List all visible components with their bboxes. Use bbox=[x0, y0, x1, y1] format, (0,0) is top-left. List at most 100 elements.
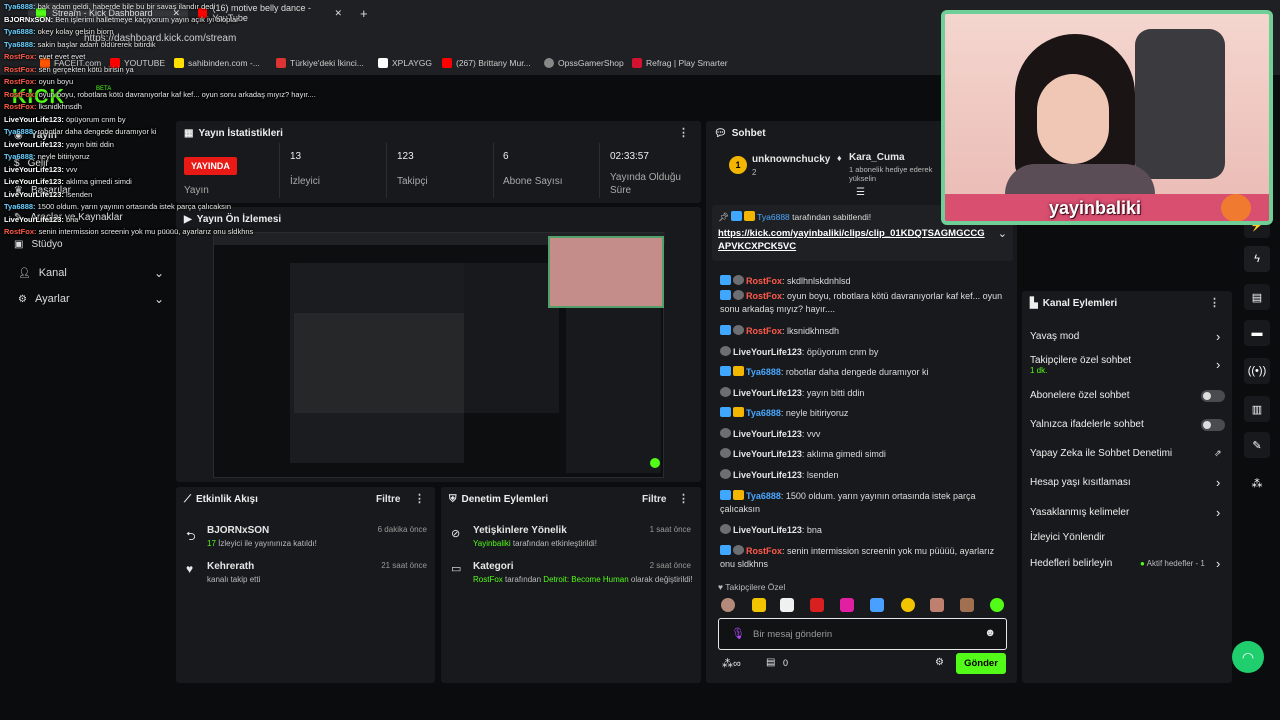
gift-box-icon[interactable]: ▤ bbox=[766, 657, 775, 668]
crown-badge-icon bbox=[733, 407, 744, 417]
sidebar-item-ayarlar[interactable]: ⚙ Ayarlar ⌄ bbox=[18, 292, 164, 306]
emote-icon[interactable] bbox=[990, 598, 1004, 612]
chat-message[interactable]: RostFox: oyun boyu, robotlara kötü davra… bbox=[720, 290, 1010, 316]
emote-icon[interactable] bbox=[780, 598, 794, 612]
kick-points-icon[interactable]: ⁂ bbox=[1244, 470, 1270, 496]
new-tab-button[interactable]: + bbox=[352, 3, 376, 23]
bookmark-turkiye[interactable]: Türkiye'deki İkinci... bbox=[276, 58, 364, 68]
chat-message[interactable]: LiveYourLife123: bna bbox=[720, 524, 1010, 537]
chat-username[interactable]: LiveYourLife123 bbox=[733, 525, 802, 535]
emote-icon[interactable] bbox=[752, 598, 766, 612]
broadcast-icon[interactable]: ((•)) bbox=[1244, 358, 1270, 384]
document-icon[interactable]: ▤ bbox=[1244, 284, 1270, 310]
chat-username[interactable]: RostFox bbox=[746, 291, 782, 301]
sub-badge-icon bbox=[733, 545, 744, 555]
chat-username[interactable]: RostFox bbox=[746, 326, 782, 336]
emote-icon[interactable] bbox=[840, 598, 854, 612]
gifter-name[interactable]: unknownchucky bbox=[752, 154, 830, 165]
media-icon[interactable]: ▥ bbox=[1244, 396, 1270, 422]
emote-icon[interactable] bbox=[721, 598, 735, 612]
chat-message[interactable]: Tya6888: neyle bitiriyoruz bbox=[720, 407, 1010, 420]
activity-name[interactable]: Kehrerath bbox=[207, 561, 254, 572]
action-ai-moderation[interactable]: Yapay Zeka ile Sohbet Denetimi ⇗ bbox=[1030, 448, 1225, 459]
emote-icon[interactable] bbox=[870, 598, 884, 612]
chat-message[interactable]: RostFox: senin intermission screenin yok… bbox=[720, 545, 1010, 571]
chat-message[interactable]: Tya6888: robotlar daha dengede duramıyor… bbox=[720, 366, 1010, 379]
more-icon[interactable]: ⋮ bbox=[678, 492, 689, 505]
sidebar-item-kanal[interactable]: 👤︎ Kanal ⌄ bbox=[18, 266, 164, 280]
more-icon[interactable]: ⋮ bbox=[678, 126, 689, 139]
subscribers-only-toggle[interactable] bbox=[1201, 390, 1225, 402]
stream-preview-video[interactable] bbox=[213, 232, 665, 478]
gifter-name[interactable]: Kara_Cuma bbox=[849, 152, 905, 163]
chat-username[interactable]: Tya6888 bbox=[746, 408, 781, 418]
pinned-link[interactable]: https://kick.com/yayinbaliki/clips/clip_… bbox=[718, 227, 988, 253]
chat-username[interactable]: Tya6888 bbox=[746, 491, 781, 501]
activity-name[interactable]: BJORNxSON bbox=[207, 525, 269, 536]
action-account-age[interactable]: Hesap yaşı kısıtlaması › bbox=[1030, 475, 1225, 490]
chevron-down-icon[interactable]: ⌄ bbox=[998, 227, 1007, 240]
crown-badge-icon bbox=[733, 490, 744, 500]
support-chat-icon[interactable]: ◠ bbox=[1232, 641, 1264, 673]
microphone-icon[interactable]: 🎙︎ bbox=[731, 627, 745, 640]
action-slow-mode[interactable]: Yavaş mod › bbox=[1030, 329, 1225, 344]
send-button[interactable]: Gönder bbox=[956, 653, 1006, 674]
chat-message[interactable]: LiveYourLife123: öpüyorum cnm by bbox=[720, 346, 1010, 359]
action-set-goals[interactable]: Hedefleri belirleyin ● Aktif hedefler - 1… bbox=[1030, 556, 1225, 571]
chat-username[interactable]: Tya6888 bbox=[746, 367, 781, 377]
close-icon[interactable]: ✕ bbox=[334, 8, 342, 19]
bookmark-brittany[interactable]: (267) Brittany Mur... bbox=[442, 58, 531, 68]
emote-icon[interactable] bbox=[810, 598, 824, 612]
chat-username[interactable]: LiveYourLife123 bbox=[733, 429, 802, 439]
kick-points-icon[interactable]: ⁂∞ bbox=[722, 657, 741, 670]
chevron-right-icon: › bbox=[1216, 556, 1221, 571]
overlay-chat-line: Tya6888: bak adam geldi. haberde bile bu… bbox=[4, 2, 216, 11]
chat-settings-icon[interactable]: ⚙ bbox=[935, 657, 944, 668]
gaming-chair bbox=[1135, 29, 1225, 179]
wrench-icon[interactable]: ✎ bbox=[1244, 432, 1270, 458]
emoji-icon[interactable]: ☻ bbox=[984, 627, 996, 639]
chat-username[interactable]: LiveYourLife123 bbox=[733, 388, 802, 398]
chat-message[interactable]: RostFox: lksnidkhnsdh bbox=[720, 325, 1010, 338]
chat-text: : lksnidkhnsdh bbox=[782, 326, 840, 336]
emotes-only-toggle[interactable] bbox=[1201, 419, 1225, 431]
filter-button[interactable]: Filtre bbox=[376, 494, 400, 505]
chat-text: : aklıma gimedi simdi bbox=[801, 449, 886, 459]
mod-badge-icon bbox=[720, 325, 731, 335]
action-redirect-viewers[interactable]: İzleyici Yönlendir bbox=[1030, 532, 1225, 543]
sub-badge-icon bbox=[720, 524, 731, 534]
overlay-chat-line: BJORNxSON: Ben işlerimi halletmeye kaçıy… bbox=[4, 14, 239, 24]
lightning-icon[interactable]: ϟ bbox=[1244, 246, 1270, 272]
chat-username[interactable]: LiveYourLife123 bbox=[733, 470, 802, 480]
expand-icon[interactable]: ☰ bbox=[856, 187, 865, 198]
action-banned-words[interactable]: Yasaklanmış kelimeler › bbox=[1030, 505, 1225, 520]
emote-icon[interactable] bbox=[930, 598, 944, 612]
sub-badge-icon bbox=[733, 290, 744, 300]
emote-icon[interactable] bbox=[960, 598, 974, 612]
bookmark-xplaygg[interactable]: XPLAYGG bbox=[378, 58, 432, 68]
chat-message[interactable]: LiveYourLife123: vvv bbox=[720, 428, 1010, 441]
chat-message[interactable]: Tya6888: 1500 oldum. yarın yayının ortas… bbox=[720, 490, 1010, 516]
raid-icon: ⮌ bbox=[186, 529, 196, 543]
chat-message[interactable]: LiveYourLife123: yayın bitti ddin bbox=[720, 387, 1010, 400]
filter-button[interactable]: Filtre bbox=[642, 494, 666, 505]
gift-icon: ♦ bbox=[837, 153, 842, 163]
emote-icon[interactable] bbox=[901, 598, 915, 612]
sidebar-item-studyo[interactable]: ▣ Stüdyo bbox=[14, 239, 63, 250]
chat-message[interactable]: LiveYourLife123: lsenden bbox=[720, 469, 1010, 482]
chat-bubble-icon[interactable]: ▬ bbox=[1244, 320, 1270, 346]
bookmark-refrag[interactable]: Refrag | Play Smarter bbox=[632, 58, 728, 68]
chat-input[interactable]: 🎙︎ Bir mesaj gönderin ☻ bbox=[718, 618, 1007, 650]
chat-username[interactable]: LiveYourLife123 bbox=[733, 449, 802, 459]
bookmark-sahibinden[interactable]: sahibinden.com -... bbox=[174, 58, 260, 68]
chat-username[interactable]: RostFox bbox=[746, 546, 782, 556]
action-followers-only[interactable]: Takipçilere özel sohbet › 1 dk. bbox=[1030, 355, 1225, 375]
chat-message[interactable]: RostFox: skdlhnlskdnhlsd bbox=[720, 275, 1010, 288]
more-icon[interactable]: ⋮ bbox=[1209, 296, 1220, 309]
chat-username[interactable]: RostFox bbox=[746, 276, 782, 286]
bookmark-opssgamershop[interactable]: OpssGamerShop bbox=[544, 58, 624, 68]
stream-preview-card: ▶ Yayın Ön İzlemesi bbox=[176, 207, 701, 482]
chat-message[interactable]: LiveYourLife123: aklıma gimedi simdi bbox=[720, 448, 1010, 461]
more-icon[interactable]: ⋮ bbox=[414, 492, 425, 505]
chat-username[interactable]: LiveYourLife123 bbox=[733, 347, 802, 357]
